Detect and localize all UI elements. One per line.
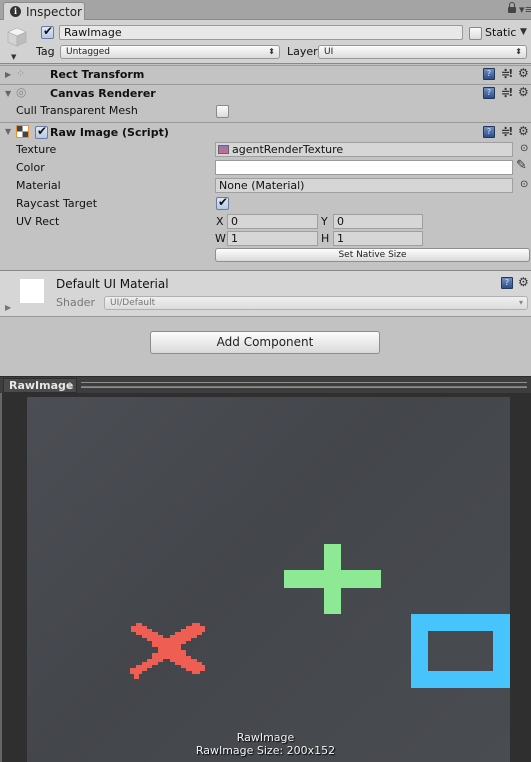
static-checkbox[interactable] bbox=[469, 27, 482, 40]
foldout-collapsed-icon[interactable]: ▶ bbox=[5, 70, 11, 79]
uv-x-label: X bbox=[216, 215, 224, 228]
canvas-renderer-title: Canvas Renderer bbox=[50, 87, 156, 100]
material-preview-thumbnail bbox=[20, 279, 44, 303]
preview-selector[interactable]: RawImage ⬍ bbox=[3, 378, 77, 393]
dropdown-arrow-icon: ▾ bbox=[518, 298, 523, 307]
green-plus-horizontal bbox=[284, 570, 381, 588]
rect-transform-header[interactable]: ▶ ⁘ Rect Transform ? ≑! ⚙ bbox=[0, 65, 531, 83]
shader-dropdown[interactable]: UI/Default ▾ bbox=[104, 296, 528, 310]
tab-inspector[interactable]: i Inspector bbox=[3, 2, 85, 21]
help-icon[interactable]: ? bbox=[501, 277, 513, 289]
name-field[interactable]: RawImage bbox=[59, 25, 463, 40]
color-swatch[interactable] bbox=[215, 160, 513, 175]
rect-transform-title: Rect Transform bbox=[50, 68, 145, 81]
texture-value: agentRenderTexture bbox=[232, 143, 344, 156]
help-icon[interactable]: ? bbox=[483, 87, 495, 99]
layer-value: UI bbox=[324, 47, 334, 57]
blue-square-outline bbox=[411, 614, 510, 688]
red-cross-shape bbox=[130, 623, 205, 679]
dropdown-arrows-icon: ⬍ bbox=[268, 47, 275, 56]
tag-value: Untagged bbox=[66, 47, 111, 57]
material-field[interactable]: None (Material) bbox=[215, 178, 513, 193]
presets-icon[interactable]: ≑! bbox=[501, 125, 513, 138]
dropdown-arrows-icon: ⬍ bbox=[515, 47, 522, 56]
lock-icon[interactable] bbox=[508, 2, 516, 13]
icon-caret-icon[interactable]: ▼ bbox=[11, 53, 16, 61]
help-icon[interactable]: ? bbox=[483, 126, 495, 138]
color-label: Color bbox=[16, 161, 45, 174]
raw-image-title: Raw Image (Script) bbox=[50, 126, 169, 139]
tab-label: Inspector bbox=[26, 5, 82, 19]
foldout-expanded-icon[interactable]: ▼ bbox=[5, 127, 11, 136]
uv-y-field[interactable]: 0 bbox=[333, 214, 423, 229]
texture-label: Texture bbox=[16, 143, 57, 156]
gameobject-header: ▼ RawImage Static ▼ Tag Untagged ⬍ Layer… bbox=[0, 20, 531, 64]
canvas-renderer-icon: ◎ bbox=[16, 85, 27, 99]
help-icon[interactable]: ? bbox=[483, 68, 495, 80]
static-dropdown-icon[interactable]: ▼ bbox=[520, 27, 527, 37]
render-texture-preview bbox=[27, 397, 510, 762]
raycast-target-label: Raycast Target bbox=[16, 197, 98, 210]
preview-caption-name: RawImage bbox=[236, 731, 295, 744]
shader-value: UI/Default bbox=[110, 298, 156, 308]
presets-icon[interactable]: ≑! bbox=[501, 67, 513, 80]
uv-w-label: W bbox=[215, 232, 226, 245]
uv-x-field[interactable]: 0 bbox=[227, 214, 318, 229]
preview-resize-handle[interactable] bbox=[81, 382, 527, 388]
foldout-collapsed-icon[interactable]: ▶ bbox=[5, 303, 11, 312]
cull-transparent-mesh-checkbox[interactable] bbox=[216, 105, 229, 118]
raw-image-component: ▼ Raw Image (Script) ? ≑! ⚙ Texture agen… bbox=[0, 122, 531, 270]
tab-bar: i Inspector ▾≡ bbox=[0, 0, 531, 21]
texture-field[interactable]: agentRenderTexture bbox=[215, 142, 513, 157]
tab-menu-icon[interactable]: ▾≡ bbox=[519, 3, 531, 16]
gear-icon[interactable]: ⚙ bbox=[518, 275, 529, 289]
preview-right-margin bbox=[510, 397, 531, 762]
raw-image-icon bbox=[16, 125, 29, 138]
material-section: ▶ Default UI Material Shader UI/Default … bbox=[0, 270, 531, 317]
layer-dropdown[interactable]: UI ⬍ bbox=[318, 45, 527, 59]
add-component-button[interactable]: Add Component bbox=[150, 331, 380, 354]
preview-selector-label: RawImage bbox=[9, 379, 74, 392]
uv-h-label: H bbox=[321, 232, 330, 245]
material-name: Default UI Material bbox=[56, 277, 169, 291]
gameobject-cube-icon bbox=[7, 27, 27, 47]
info-icon: i bbox=[10, 6, 21, 17]
raycast-target-checkbox[interactable] bbox=[216, 195, 229, 210]
presets-icon[interactable]: ≑! bbox=[501, 86, 513, 99]
active-checkbox[interactable] bbox=[41, 24, 54, 39]
gear-icon[interactable]: ⚙ bbox=[518, 124, 529, 138]
material-label: Material bbox=[16, 179, 61, 192]
canvas-renderer-component: ▼ ◎ Canvas Renderer ? ≑! ⚙ Cull Transpar… bbox=[0, 84, 531, 121]
layer-label: Layer bbox=[287, 45, 318, 58]
preview-toolbar: RawImage ⬍ bbox=[0, 376, 531, 393]
uv-y-label: Y bbox=[321, 215, 328, 228]
gear-icon[interactable]: ⚙ bbox=[518, 85, 529, 99]
raw-image-enabled-checkbox[interactable] bbox=[35, 124, 48, 139]
static-label: Static bbox=[485, 26, 517, 39]
render-texture-icon bbox=[218, 145, 229, 154]
gear-icon[interactable]: ⚙ bbox=[518, 66, 529, 80]
shader-label: Shader bbox=[56, 296, 95, 309]
uv-w-field[interactable]: 1 bbox=[227, 231, 318, 246]
object-picker-icon[interactable]: ⊙ bbox=[520, 143, 528, 154]
cull-transparent-mesh-label: Cull Transparent Mesh bbox=[16, 104, 138, 117]
tag-dropdown[interactable]: Untagged ⬍ bbox=[60, 45, 280, 59]
uv-rect-label: UV Rect bbox=[16, 215, 60, 228]
foldout-expanded-icon[interactable]: ▼ bbox=[5, 89, 11, 98]
eyedropper-icon[interactable]: ✎ bbox=[516, 158, 527, 173]
tag-label: Tag bbox=[36, 45, 55, 58]
rect-transform-icon: ⁘ bbox=[16, 67, 26, 80]
selector-arrows-icon: ⬍ bbox=[66, 381, 73, 390]
preview-caption-size: RawImage Size: 200x152 bbox=[195, 744, 336, 757]
object-picker-icon[interactable]: ⊙ bbox=[520, 179, 528, 190]
uv-h-field[interactable]: 1 bbox=[333, 231, 423, 246]
set-native-size-button[interactable]: Set Native Size bbox=[215, 248, 530, 262]
